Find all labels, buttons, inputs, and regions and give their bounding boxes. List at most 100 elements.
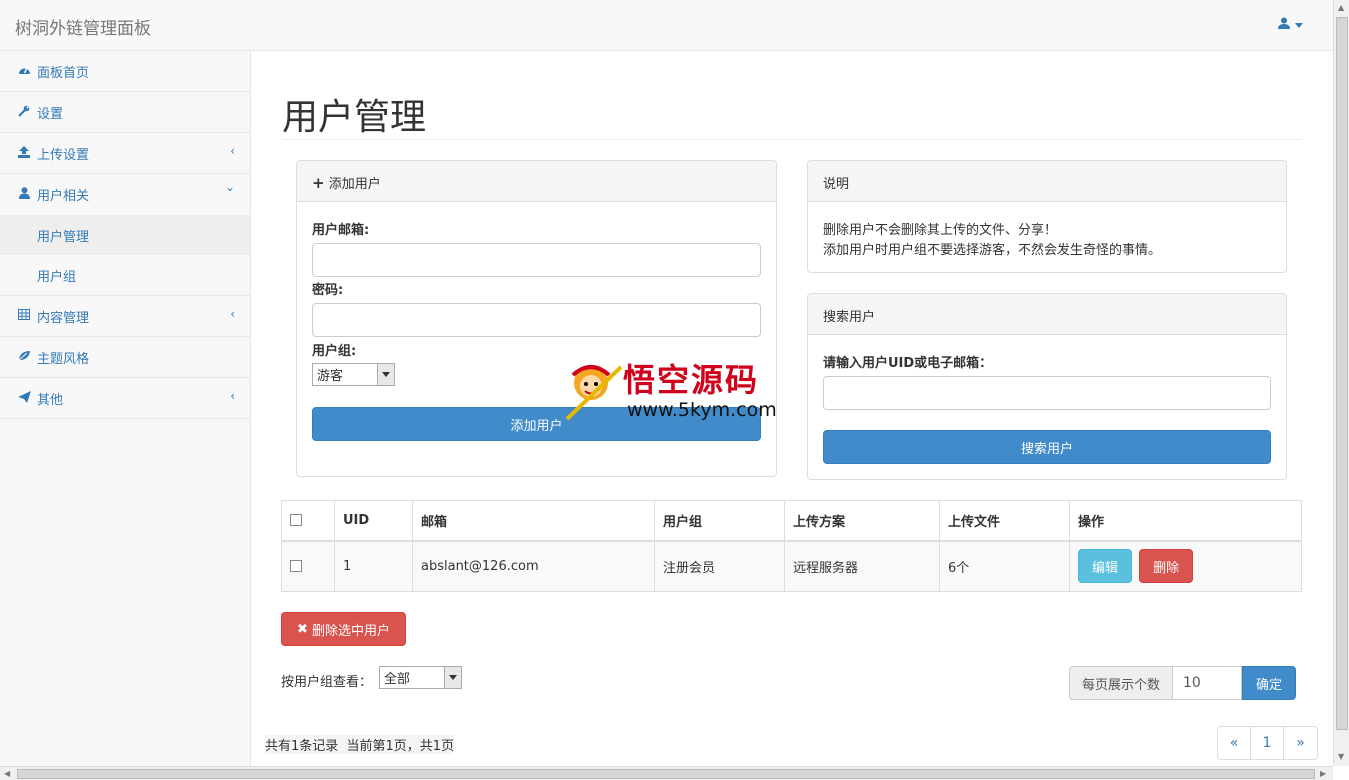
horizontal-scrollbar[interactable]: ◀ ▶ [0, 766, 1333, 780]
column-header[interactable]: 邮箱 [412, 500, 655, 542]
monkey-logo [563, 357, 625, 427]
select-all-checkbox[interactable] [290, 514, 302, 527]
per-page-input[interactable]: 10 [1172, 666, 1243, 700]
column-header[interactable]: 上传文件 [939, 500, 1070, 542]
sidebar-item-users[interactable]: 用户相关 ⌄ [0, 174, 250, 215]
upload-icon [17, 145, 31, 161]
pagination-summary: 共有1条记录 当前第1页，共1页 [265, 735, 455, 754]
filter-label: 按用户组查看： [281, 675, 373, 690]
chevron-left-icon: ‹ [230, 307, 235, 321]
info-line-2: 添加用户时用户组不要选择游客，不然会发生奇怪的事情。 [823, 243, 1162, 258]
per-page-group: 每页展示个数 10 确定 [1069, 666, 1297, 700]
scroll-down-icon[interactable]: ▼ [1338, 752, 1344, 761]
search-input[interactable] [823, 376, 1271, 410]
column-header[interactable]: 用户组 [654, 500, 785, 542]
sidebar-subitem-user-management[interactable]: 用户管理 [0, 215, 250, 255]
edit-button[interactable]: 编辑 [1078, 549, 1132, 584]
title-divider [282, 139, 1302, 140]
watermark-title: 悟空源码 [623, 361, 760, 399]
row-checkbox[interactable] [290, 560, 302, 573]
chevron-left-icon: ‹ [230, 144, 235, 158]
search-user-button[interactable]: 搜索用户 [823, 430, 1271, 464]
page-prev[interactable]: « [1218, 727, 1251, 759]
sidebar-item-other[interactable]: 其他 ‹ [0, 378, 250, 419]
chevron-down-icon [1295, 22, 1303, 28]
delete-selected-label: 删除选中用户 [311, 623, 390, 639]
group-cell: 注册会员 [654, 540, 785, 592]
sidebar-item-label: 上传设置 [37, 147, 90, 163]
filter-select[interactable]: 全部 [379, 666, 462, 689]
table-row: 1 abslant@126.com 注册会员 远程服务器 6个 编辑 删除 [281, 540, 1302, 592]
plus-icon: + [312, 174, 325, 192]
panel-heading: + 添加用户 [297, 161, 776, 202]
top-navbar: 树洞外链管理面板 [0, 0, 1333, 51]
sidebar-item-label: 主题风格 [37, 351, 90, 367]
info-line-1: 删除用户不会删除其上传的文件、分享！ [823, 223, 1058, 238]
search-user-panel: 搜索用户 请输入用户UID或电子邮箱： 搜索用户 [807, 293, 1287, 480]
page-title: 用户管理 [282, 97, 427, 138]
sidebar-item-label: 内容管理 [37, 310, 90, 326]
row-select-cell [281, 540, 335, 592]
password-field[interactable] [312, 303, 761, 337]
column-header: 操作 [1069, 500, 1302, 542]
brand-title[interactable]: 树洞外链管理面板 [15, 14, 151, 39]
sidebar-item-label: 设置 [37, 106, 64, 122]
per-page-label: 每页展示个数 [1069, 666, 1173, 700]
chevron-down-icon [377, 364, 394, 385]
scroll-left-icon[interactable]: ◀ [4, 769, 10, 778]
watermark-url: www.5kym.com [627, 399, 777, 421]
users-table: UID 邮箱 用户组 上传方案 上传文件 操作 1 abslant@126.co… [281, 500, 1302, 592]
search-label: 请输入用户UID或电子邮箱： [823, 356, 993, 371]
vertical-scrollbar[interactable]: ▲ ▼ [1333, 0, 1349, 766]
panel-title: 添加用户 [328, 177, 381, 192]
user-icon [1278, 17, 1290, 33]
user-menu[interactable] [1278, 17, 1303, 33]
email-field[interactable] [312, 243, 761, 277]
close-icon: ✖ [297, 621, 308, 637]
column-header[interactable]: UID [334, 500, 413, 542]
chevron-down-icon: ⌄ [224, 180, 235, 194]
group-label: 用户组: [312, 344, 357, 359]
chevron-left-icon: ‹ [230, 389, 235, 403]
files-cell: 6个 [939, 540, 1070, 592]
sidebar-item-content[interactable]: 内容管理 ‹ [0, 296, 250, 337]
sidebar-item-upload-settings[interactable]: 上传设置 ‹ [0, 133, 250, 174]
page-number[interactable]: 1 [1251, 727, 1284, 759]
pagination: « 1 » [1217, 726, 1318, 760]
sidebar-item-dashboard[interactable]: 面板首页 [0, 51, 250, 92]
policy-cell: 远程服务器 [784, 540, 940, 592]
sidebar-item-label: 用户相关 [37, 189, 90, 204]
filter-select-value: 全部 [384, 672, 411, 687]
email-cell: abslant@126.com [412, 540, 655, 592]
sidebar-item-theme[interactable]: 主题风格 [0, 337, 250, 378]
select-all-cell [281, 500, 335, 542]
sidebar-item-label: 其他 [37, 392, 64, 408]
main-content: 用户管理 + 添加用户 用户邮箱: 密码: 用户组: 游客 添加用户 说明 删除… [251, 51, 1333, 766]
panel-heading: 搜索用户 [808, 294, 1286, 335]
user-icon [17, 187, 31, 202]
per-page-confirm-button[interactable]: 确定 [1242, 666, 1297, 700]
scrollbar-thumb[interactable] [1336, 17, 1348, 730]
scroll-right-icon[interactable]: ▶ [1320, 769, 1326, 778]
info-panel: 说明 删除用户不会删除其上传的文件、分享！ 添加用户时用户组不要选择游客，不然会… [807, 160, 1287, 273]
delete-button[interactable]: 删除 [1139, 549, 1194, 584]
group-select[interactable]: 游客 [312, 363, 395, 386]
sidebar-item-settings[interactable]: 设置 [0, 92, 250, 133]
wrench-icon [17, 105, 31, 120]
actions-cell: 编辑 删除 [1069, 540, 1302, 592]
scrollbar-thumb[interactable] [17, 769, 1315, 779]
chevron-down-icon [444, 667, 461, 688]
watermark: 悟空源码 www.5kym.com [563, 355, 789, 423]
page-next[interactable]: » [1284, 727, 1317, 759]
email-label: 用户邮箱: [312, 223, 370, 238]
sidebar-subitem-user-groups[interactable]: 用户组 [0, 255, 250, 296]
dashboard-icon [17, 64, 31, 78]
add-user-panel: + 添加用户 用户邮箱: 密码: 用户组: 游客 添加用户 [296, 160, 777, 477]
column-header[interactable]: 上传方案 [784, 500, 940, 542]
table-header-row: UID 邮箱 用户组 上传方案 上传文件 操作 [281, 500, 1302, 542]
table-icon [17, 309, 31, 323]
sidebar: 面板首页 设置 上传设置 ‹ 用户相关 ⌄ 用户管理 用户组 内容管理 ‹ 主题… [0, 51, 251, 766]
scroll-up-icon[interactable]: ▲ [1338, 3, 1344, 12]
group-select-value: 游客 [317, 369, 344, 384]
delete-selected-button[interactable]: ✖ 删除选中用户 [281, 612, 406, 646]
